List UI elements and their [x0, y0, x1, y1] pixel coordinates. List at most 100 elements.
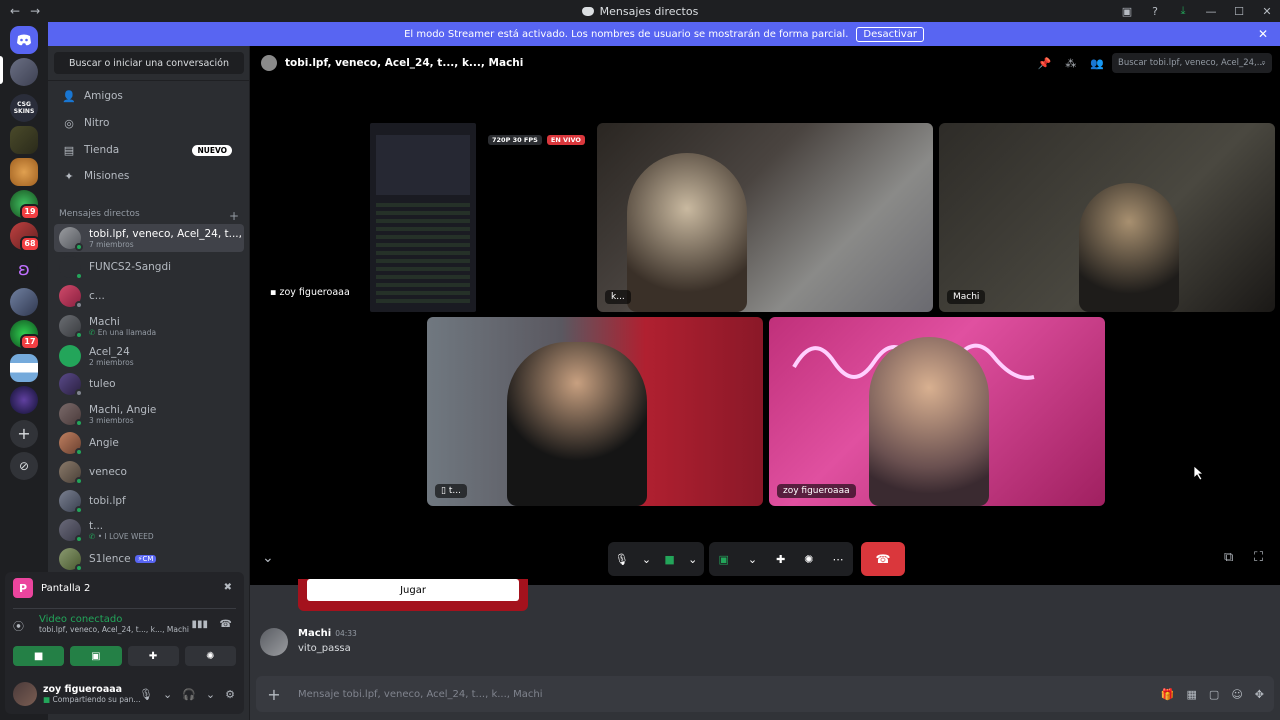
chevron-down-icon[interactable]: ⌄	[642, 553, 651, 566]
activities-button[interactable]: ✚	[127, 646, 179, 666]
server-bread[interactable]	[10, 158, 38, 186]
video-tile[interactable]: k...	[597, 123, 933, 312]
video-tile[interactable]: ▯ t...	[427, 317, 763, 506]
dm-item[interactable]: S1lence ⚡CM	[54, 545, 244, 573]
add-friends-icon[interactable]: ⁂	[1065, 57, 1076, 70]
download-icon[interactable]: ⤓	[1176, 4, 1190, 18]
apps-icon[interactable]: ✥	[1255, 688, 1264, 701]
dm-item[interactable]: veneco	[54, 458, 244, 486]
minimize-icon[interactable]: —	[1204, 4, 1218, 18]
chevron-down-icon[interactable]: ⌄	[262, 550, 274, 566]
share-screen-button[interactable]: ▣	[70, 646, 122, 666]
home-button[interactable]	[10, 26, 38, 54]
dm-item[interactable]: t... ✆ • I LOVE WEED	[54, 516, 244, 544]
microphone-icon[interactable]: 🎙	[615, 553, 629, 566]
video-tile[interactable]: zoy figueroaaa	[769, 317, 1105, 506]
stream-icon[interactable]: ▣	[1120, 4, 1134, 18]
fullscreen-icon[interactable]: ⛶	[1254, 550, 1263, 565]
deactivate-button[interactable]: Desactivar	[856, 26, 924, 42]
avatar[interactable]	[13, 682, 37, 706]
dm-item[interactable]: tuleo	[54, 370, 244, 398]
close-window-icon[interactable]: ✕	[1260, 4, 1274, 18]
dm-item[interactable]: Machi ✆ En una llamada	[54, 312, 244, 340]
microphone-icon[interactable]: 🎙	[139, 688, 153, 701]
nav-shop[interactable]: ▤ Tienda NUEVO	[56, 138, 242, 162]
end-call-button[interactable]: ☎	[861, 542, 905, 576]
user-status: ■ Compartiendo su pan...	[43, 695, 141, 704]
close-banner-icon[interactable]: ✕	[1258, 27, 1268, 41]
new-badge: NUEVO	[192, 144, 232, 156]
sticker-icon[interactable]: ▢	[1209, 688, 1219, 701]
chevron-down-icon[interactable]: ⌄	[206, 688, 215, 701]
avatar[interactable]	[260, 628, 288, 656]
server-green[interactable]: 19	[10, 190, 40, 220]
settings-gear-icon[interactable]: ⚙	[225, 688, 235, 701]
close-preview-icon[interactable]: ✖	[224, 582, 232, 593]
server-avatar-2[interactable]	[10, 288, 38, 316]
server-flag[interactable]	[10, 354, 38, 382]
message-input[interactable]: Mensaje tobi.lpf, veneco, Acel_24, t...,…	[298, 689, 543, 700]
emoji-icon[interactable]: ☺	[1231, 688, 1242, 701]
gif-icon[interactable]: ▦	[1187, 688, 1197, 701]
pin-icon[interactable]: 📌	[1038, 57, 1052, 70]
search-input[interactable]: Buscar tobi.lpf, veneco, Acel_24,... ⌕	[1112, 53, 1272, 73]
camera-icon[interactable]: ■	[664, 553, 674, 566]
chevron-down-icon[interactable]: ⌄	[748, 553, 757, 566]
nav-nitro[interactable]: ◎ Nitro	[56, 111, 242, 135]
discord-logo-icon	[17, 34, 31, 46]
avatar	[59, 548, 83, 572]
dm-name: tobi.lpf, veneco, Acel_24, t..., k...	[89, 227, 244, 240]
status-dot	[75, 272, 83, 280]
camera-button[interactable]: ■	[13, 646, 65, 666]
attach-plus-icon[interactable]: +	[262, 685, 286, 704]
server-csg-skins[interactable]: CSG SKINS	[10, 94, 38, 122]
mouse-cursor	[1194, 466, 1204, 480]
screen-share-preview[interactable]: P Pantalla 2	[13, 578, 90, 598]
server-dragon[interactable]: 17	[10, 320, 40, 350]
members-icon[interactable]: 👥	[1090, 57, 1104, 70]
dm-item[interactable]: c...	[54, 282, 244, 310]
server-galaxy[interactable]	[10, 386, 38, 414]
gift-icon[interactable]: 🎁	[1161, 688, 1175, 701]
add-dm-icon[interactable]: +	[229, 209, 239, 223]
search-conversation-button[interactable]: Buscar o iniciar una conversación	[54, 52, 244, 74]
server-anime[interactable]: 68	[10, 222, 40, 252]
stream-tile[interactable]	[370, 123, 476, 312]
divider	[13, 608, 236, 609]
signal-icon[interactable]: ⦿	[13, 618, 31, 636]
disconnect-icon[interactable]: ☎	[220, 619, 232, 630]
nav-friends[interactable]: 👤 Amigos	[56, 84, 242, 108]
noise-suppression-icon[interactable]: ▮▮▮	[191, 619, 208, 630]
headphones-icon[interactable]: 🎧	[182, 688, 196, 701]
share-screen-icon[interactable]: ▣	[718, 553, 728, 566]
dm-item[interactable]: Machi, Angie 3 miembros	[54, 400, 244, 428]
dm-item[interactable]: FUNCS2-Sangdi	[54, 253, 244, 281]
explore-icon[interactable]: ⊘	[10, 452, 38, 480]
more-options-icon[interactable]: ⋯	[832, 553, 843, 566]
video-tile[interactable]: Machi	[939, 123, 1275, 312]
soundboard-icon[interactable]: ✺	[804, 553, 813, 566]
popout-icon[interactable]: ⧉	[1224, 550, 1233, 565]
play-button[interactable]: Jugar	[307, 579, 519, 601]
server-soldier[interactable]	[10, 126, 38, 154]
forward-arrow-icon[interactable]: →	[30, 4, 40, 18]
server-avatar[interactable]	[10, 58, 38, 86]
discord-logo-icon	[581, 6, 594, 16]
soundboard-button[interactable]: ✺	[184, 646, 236, 666]
server-butterfly[interactable]: ʚ	[10, 256, 38, 284]
dm-item[interactable]: tobi.lpf	[54, 487, 244, 515]
maximize-icon[interactable]: ☐	[1232, 4, 1246, 18]
message-author[interactable]: Machi	[298, 628, 331, 639]
back-arrow-icon[interactable]: ←	[10, 4, 20, 18]
add-server-button[interactable]: +	[10, 420, 38, 448]
activities-icon[interactable]: ✚	[776, 553, 785, 566]
dm-header-text: Mensajes directos	[59, 209, 140, 219]
nav-quests[interactable]: ✦ Misiones	[56, 164, 242, 188]
chevron-down-icon[interactable]: ⌄	[688, 553, 697, 566]
chevron-down-icon[interactable]: ⌄	[163, 688, 172, 701]
dm-item[interactable]: Angie	[54, 429, 244, 457]
dm-name: tobi.lpf	[89, 495, 126, 507]
dm-item[interactable]: tobi.lpf, veneco, Acel_24, t..., k...7 m…	[54, 224, 244, 252]
help-icon[interactable]: ?	[1148, 4, 1162, 18]
dm-item[interactable]: Acel_24 2 miembros	[54, 342, 244, 370]
